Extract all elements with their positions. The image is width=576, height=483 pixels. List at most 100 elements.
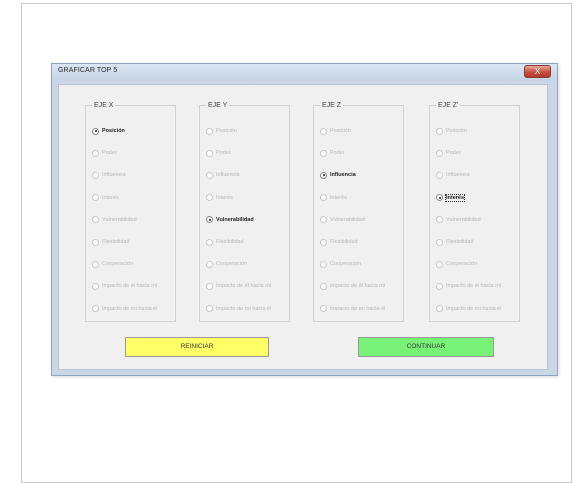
radio-option[interactable]: Flexibilidad — [320, 236, 358, 248]
dialog-client-area: EJE X Posición Poder Influencia Interés Vulne… — [58, 84, 548, 370]
radio-option-label: Impacto de mí hacia él — [102, 305, 158, 312]
radio-circle-icon[interactable] — [92, 260, 99, 268]
radio-option-label: Flexibilidad — [216, 239, 244, 245]
radio-option-label: Posición — [216, 128, 237, 134]
radio-option-label: Impacto de él hacia mí — [446, 283, 502, 290]
radio-option[interactable]: Interés — [320, 192, 347, 204]
dialog-title: GRAFICAR TOP 5 — [58, 67, 118, 74]
radio-option[interactable]: Flexibilidad — [436, 236, 474, 248]
continue-button[interactable]: CONTINUAR — [358, 337, 494, 357]
radio-circle-icon[interactable] — [320, 149, 327, 157]
radio-circle-icon[interactable] — [320, 260, 327, 268]
radio-circle-icon[interactable] — [92, 149, 99, 157]
radio-circle-icon[interactable] — [206, 305, 213, 313]
radio-circle-icon[interactable] — [436, 149, 443, 157]
axis-group-title: EJE Z' — [436, 101, 461, 110]
radio-option[interactable]: Interés — [436, 192, 466, 204]
radio-option-label: Poder — [102, 150, 117, 157]
radio-option[interactable]: Interés — [92, 192, 119, 204]
radio-circle-icon[interactable] — [206, 127, 213, 135]
radio-option[interactable]: Impacto de él hacia mí — [206, 280, 271, 292]
radio-circle-icon[interactable] — [436, 238, 443, 246]
radio-circle-icon[interactable] — [320, 171, 327, 179]
radio-circle-icon[interactable] — [92, 127, 99, 135]
radio-circle-icon[interactable] — [92, 238, 99, 246]
radio-option-label: Flexibilidad — [102, 239, 130, 245]
close-button[interactable]: X — [524, 65, 551, 78]
radio-circle-icon[interactable] — [320, 282, 327, 290]
radio-option-label: Posición — [330, 128, 351, 134]
radio-option[interactable]: Poder — [436, 147, 461, 159]
radio-circle-icon[interactable] — [436, 305, 443, 313]
radio-option-label: Posición — [102, 128, 125, 134]
radio-option[interactable]: Posición — [92, 125, 125, 137]
radio-option[interactable]: Cooperación — [92, 258, 133, 270]
radio-circle-icon[interactable] — [436, 194, 443, 202]
radio-circle-icon[interactable] — [436, 127, 443, 135]
radio-option[interactable]: Posición — [206, 125, 237, 137]
radio-circle-icon[interactable] — [206, 194, 213, 202]
dialog-window: GRAFICAR TOP 5 X EJE X Posición Poder Influ… — [51, 63, 558, 376]
radio-option-label: Impacto de él hacia mí — [216, 283, 272, 290]
radio-circle-icon[interactable] — [92, 194, 99, 202]
radio-circle-icon[interactable] — [320, 127, 327, 135]
radio-option[interactable]: Impacto de él hacia mí — [92, 280, 157, 292]
radio-option-label: Vulnerabilidad — [330, 216, 365, 223]
radio-option[interactable]: Poder — [320, 147, 345, 159]
radio-circle-icon[interactable] — [436, 171, 443, 179]
axis-group-1: EJE X Posición Poder Influencia Interés Vulne… — [85, 101, 176, 322]
radio-option[interactable]: Influencia — [436, 169, 470, 181]
radio-circle-icon[interactable] — [206, 171, 213, 179]
radio-option-label: Impacto de él hacia mí — [102, 283, 158, 290]
radio-option-label: Poder — [216, 150, 231, 157]
radio-option[interactable]: Influencia — [320, 169, 356, 181]
radio-option[interactable]: Impacto de mí hacia él — [436, 303, 501, 315]
radio-option-label: Vulnerabilidad — [102, 216, 137, 223]
radio-option[interactable]: Vulnerabilidad — [92, 214, 137, 226]
radio-option[interactable]: Impacto de él hacia mí — [320, 280, 385, 292]
radio-option[interactable]: Flexibilidad — [206, 236, 244, 248]
radio-option[interactable]: Flexibilidad — [92, 236, 130, 248]
radio-circle-icon[interactable] — [436, 260, 443, 268]
radio-circle-icon[interactable] — [206, 149, 213, 157]
radio-option-label: Influencia — [216, 172, 240, 179]
radio-option-label: Cooperación — [102, 261, 134, 268]
radio-option[interactable]: Vulnerabilidad — [436, 214, 481, 226]
radio-circle-icon[interactable] — [320, 305, 327, 313]
radio-option-label: Impacto de él hacia mí — [330, 283, 386, 290]
radio-option[interactable]: Poder — [92, 147, 117, 159]
radio-option[interactable]: Influencia — [206, 169, 240, 181]
radio-circle-icon[interactable] — [206, 238, 213, 246]
radio-option[interactable]: Cooperación — [206, 258, 247, 270]
radio-option[interactable]: Impacto de mí hacia él — [320, 303, 385, 315]
radio-option-label: Impacto de mí hacia él — [216, 305, 272, 312]
axis-group-title: EJE Y — [206, 101, 230, 110]
radio-circle-icon[interactable] — [92, 305, 99, 313]
radio-option[interactable]: Posición — [320, 125, 351, 137]
radio-circle-icon[interactable] — [436, 282, 443, 290]
radio-circle-icon[interactable] — [320, 238, 327, 246]
radio-option[interactable]: Impacto de él hacia mí — [436, 280, 501, 292]
radio-circle-icon[interactable] — [320, 194, 327, 202]
radio-option[interactable]: Interés — [206, 192, 233, 204]
radio-option[interactable]: Posición — [436, 125, 467, 137]
reset-button[interactable]: REINICIAR — [125, 337, 269, 357]
radio-option-label: Posición — [446, 128, 467, 134]
continue-button-label: CONTINUAR — [406, 343, 446, 350]
radio-option[interactable]: Impacto de mí hacia él — [92, 303, 157, 315]
radio-circle-icon[interactable] — [206, 282, 213, 290]
radio-circle-icon[interactable] — [206, 216, 213, 224]
radio-circle-icon[interactable] — [436, 216, 443, 224]
radio-circle-icon[interactable] — [92, 171, 99, 179]
radio-circle-icon[interactable] — [320, 216, 327, 224]
radio-option[interactable]: Vulnerabilidad — [320, 214, 365, 226]
radio-option[interactable]: Vulnerabilidad — [206, 214, 254, 226]
radio-option[interactable]: Cooperación — [436, 258, 477, 270]
radio-option[interactable]: Cooperación — [320, 258, 361, 270]
radio-option[interactable]: Influencia — [92, 169, 126, 181]
radio-option[interactable]: Poder — [206, 147, 231, 159]
radio-circle-icon[interactable] — [92, 216, 99, 224]
radio-circle-icon[interactable] — [92, 282, 99, 290]
radio-circle-icon[interactable] — [206, 260, 213, 268]
radio-option[interactable]: Impacto de mí hacia él — [206, 303, 271, 315]
